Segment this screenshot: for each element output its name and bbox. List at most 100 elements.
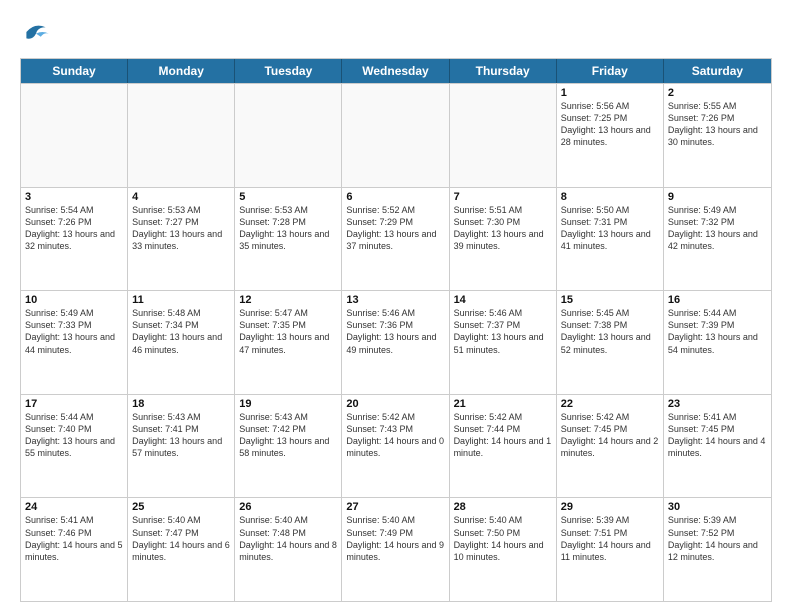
day-cell-empty <box>450 84 557 187</box>
day-cell-30: 30Sunrise: 5:39 AM Sunset: 7:52 PM Dayli… <box>664 498 771 601</box>
day-number: 1 <box>561 87 659 99</box>
day-cell-14: 14Sunrise: 5:46 AM Sunset: 7:37 PM Dayli… <box>450 291 557 394</box>
day-number: 27 <box>346 501 444 513</box>
day-number: 15 <box>561 294 659 306</box>
day-number: 3 <box>25 191 123 203</box>
day-cell-5: 5Sunrise: 5:53 AM Sunset: 7:28 PM Daylig… <box>235 188 342 291</box>
day-cell-empty <box>235 84 342 187</box>
logo <box>20 16 56 48</box>
day-info: Sunrise: 5:43 AM Sunset: 7:42 PM Dayligh… <box>239 411 337 460</box>
day-number: 30 <box>668 501 767 513</box>
day-header-saturday: Saturday <box>664 59 771 83</box>
day-number: 26 <box>239 501 337 513</box>
day-info: Sunrise: 5:41 AM Sunset: 7:45 PM Dayligh… <box>668 411 767 460</box>
day-info: Sunrise: 5:46 AM Sunset: 7:36 PM Dayligh… <box>346 307 444 356</box>
calendar: SundayMondayTuesdayWednesdayThursdayFrid… <box>20 58 772 602</box>
day-info: Sunrise: 5:39 AM Sunset: 7:51 PM Dayligh… <box>561 514 659 563</box>
day-info: Sunrise: 5:42 AM Sunset: 7:43 PM Dayligh… <box>346 411 444 460</box>
day-number: 10 <box>25 294 123 306</box>
day-number: 11 <box>132 294 230 306</box>
header <box>20 16 772 48</box>
day-cell-empty <box>21 84 128 187</box>
day-number: 24 <box>25 501 123 513</box>
week-row-1: 3Sunrise: 5:54 AM Sunset: 7:26 PM Daylig… <box>21 187 771 291</box>
day-cell-9: 9Sunrise: 5:49 AM Sunset: 7:32 PM Daylig… <box>664 188 771 291</box>
week-row-0: 1Sunrise: 5:56 AM Sunset: 7:25 PM Daylig… <box>21 83 771 187</box>
day-info: Sunrise: 5:49 AM Sunset: 7:32 PM Dayligh… <box>668 204 767 253</box>
day-cell-4: 4Sunrise: 5:53 AM Sunset: 7:27 PM Daylig… <box>128 188 235 291</box>
day-cell-3: 3Sunrise: 5:54 AM Sunset: 7:26 PM Daylig… <box>21 188 128 291</box>
day-number: 16 <box>668 294 767 306</box>
day-info: Sunrise: 5:55 AM Sunset: 7:26 PM Dayligh… <box>668 100 767 149</box>
day-header-wednesday: Wednesday <box>342 59 449 83</box>
day-cell-10: 10Sunrise: 5:49 AM Sunset: 7:33 PM Dayli… <box>21 291 128 394</box>
day-header-sunday: Sunday <box>21 59 128 83</box>
day-number: 18 <box>132 398 230 410</box>
day-info: Sunrise: 5:46 AM Sunset: 7:37 PM Dayligh… <box>454 307 552 356</box>
day-info: Sunrise: 5:40 AM Sunset: 7:47 PM Dayligh… <box>132 514 230 563</box>
day-cell-17: 17Sunrise: 5:44 AM Sunset: 7:40 PM Dayli… <box>21 395 128 498</box>
day-cell-27: 27Sunrise: 5:40 AM Sunset: 7:49 PM Dayli… <box>342 498 449 601</box>
day-cell-19: 19Sunrise: 5:43 AM Sunset: 7:42 PM Dayli… <box>235 395 342 498</box>
day-info: Sunrise: 5:50 AM Sunset: 7:31 PM Dayligh… <box>561 204 659 253</box>
day-cell-20: 20Sunrise: 5:42 AM Sunset: 7:43 PM Dayli… <box>342 395 449 498</box>
day-header-monday: Monday <box>128 59 235 83</box>
day-info: Sunrise: 5:39 AM Sunset: 7:52 PM Dayligh… <box>668 514 767 563</box>
day-cell-empty <box>128 84 235 187</box>
day-header-tuesday: Tuesday <box>235 59 342 83</box>
day-number: 17 <box>25 398 123 410</box>
day-info: Sunrise: 5:53 AM Sunset: 7:28 PM Dayligh… <box>239 204 337 253</box>
day-info: Sunrise: 5:41 AM Sunset: 7:46 PM Dayligh… <box>25 514 123 563</box>
day-cell-24: 24Sunrise: 5:41 AM Sunset: 7:46 PM Dayli… <box>21 498 128 601</box>
day-cell-1: 1Sunrise: 5:56 AM Sunset: 7:25 PM Daylig… <box>557 84 664 187</box>
day-cell-13: 13Sunrise: 5:46 AM Sunset: 7:36 PM Dayli… <box>342 291 449 394</box>
day-info: Sunrise: 5:43 AM Sunset: 7:41 PM Dayligh… <box>132 411 230 460</box>
page: SundayMondayTuesdayWednesdayThursdayFrid… <box>0 0 792 612</box>
day-number: 29 <box>561 501 659 513</box>
day-cell-22: 22Sunrise: 5:42 AM Sunset: 7:45 PM Dayli… <box>557 395 664 498</box>
day-cell-empty <box>342 84 449 187</box>
day-info: Sunrise: 5:54 AM Sunset: 7:26 PM Dayligh… <box>25 204 123 253</box>
day-info: Sunrise: 5:44 AM Sunset: 7:40 PM Dayligh… <box>25 411 123 460</box>
day-number: 2 <box>668 87 767 99</box>
day-info: Sunrise: 5:53 AM Sunset: 7:27 PM Dayligh… <box>132 204 230 253</box>
day-info: Sunrise: 5:49 AM Sunset: 7:33 PM Dayligh… <box>25 307 123 356</box>
day-number: 5 <box>239 191 337 203</box>
day-cell-2: 2Sunrise: 5:55 AM Sunset: 7:26 PM Daylig… <box>664 84 771 187</box>
day-cell-28: 28Sunrise: 5:40 AM Sunset: 7:50 PM Dayli… <box>450 498 557 601</box>
day-cell-18: 18Sunrise: 5:43 AM Sunset: 7:41 PM Dayli… <box>128 395 235 498</box>
day-info: Sunrise: 5:40 AM Sunset: 7:49 PM Dayligh… <box>346 514 444 563</box>
day-number: 6 <box>346 191 444 203</box>
day-cell-6: 6Sunrise: 5:52 AM Sunset: 7:29 PM Daylig… <box>342 188 449 291</box>
day-headers: SundayMondayTuesdayWednesdayThursdayFrid… <box>21 59 771 83</box>
day-number: 12 <box>239 294 337 306</box>
day-cell-12: 12Sunrise: 5:47 AM Sunset: 7:35 PM Dayli… <box>235 291 342 394</box>
day-cell-16: 16Sunrise: 5:44 AM Sunset: 7:39 PM Dayli… <box>664 291 771 394</box>
logo-icon <box>20 16 52 48</box>
day-info: Sunrise: 5:56 AM Sunset: 7:25 PM Dayligh… <box>561 100 659 149</box>
day-number: 22 <box>561 398 659 410</box>
calendar-body: 1Sunrise: 5:56 AM Sunset: 7:25 PM Daylig… <box>21 83 771 601</box>
day-info: Sunrise: 5:52 AM Sunset: 7:29 PM Dayligh… <box>346 204 444 253</box>
week-row-3: 17Sunrise: 5:44 AM Sunset: 7:40 PM Dayli… <box>21 394 771 498</box>
day-cell-23: 23Sunrise: 5:41 AM Sunset: 7:45 PM Dayli… <box>664 395 771 498</box>
day-number: 14 <box>454 294 552 306</box>
day-info: Sunrise: 5:42 AM Sunset: 7:44 PM Dayligh… <box>454 411 552 460</box>
day-number: 8 <box>561 191 659 203</box>
day-number: 28 <box>454 501 552 513</box>
day-cell-21: 21Sunrise: 5:42 AM Sunset: 7:44 PM Dayli… <box>450 395 557 498</box>
day-info: Sunrise: 5:44 AM Sunset: 7:39 PM Dayligh… <box>668 307 767 356</box>
day-info: Sunrise: 5:42 AM Sunset: 7:45 PM Dayligh… <box>561 411 659 460</box>
day-number: 25 <box>132 501 230 513</box>
day-number: 7 <box>454 191 552 203</box>
day-header-thursday: Thursday <box>450 59 557 83</box>
day-info: Sunrise: 5:45 AM Sunset: 7:38 PM Dayligh… <box>561 307 659 356</box>
day-cell-26: 26Sunrise: 5:40 AM Sunset: 7:48 PM Dayli… <box>235 498 342 601</box>
day-number: 13 <box>346 294 444 306</box>
day-cell-25: 25Sunrise: 5:40 AM Sunset: 7:47 PM Dayli… <box>128 498 235 601</box>
day-cell-15: 15Sunrise: 5:45 AM Sunset: 7:38 PM Dayli… <box>557 291 664 394</box>
day-header-friday: Friday <box>557 59 664 83</box>
day-cell-8: 8Sunrise: 5:50 AM Sunset: 7:31 PM Daylig… <box>557 188 664 291</box>
week-row-4: 24Sunrise: 5:41 AM Sunset: 7:46 PM Dayli… <box>21 497 771 601</box>
day-cell-29: 29Sunrise: 5:39 AM Sunset: 7:51 PM Dayli… <box>557 498 664 601</box>
